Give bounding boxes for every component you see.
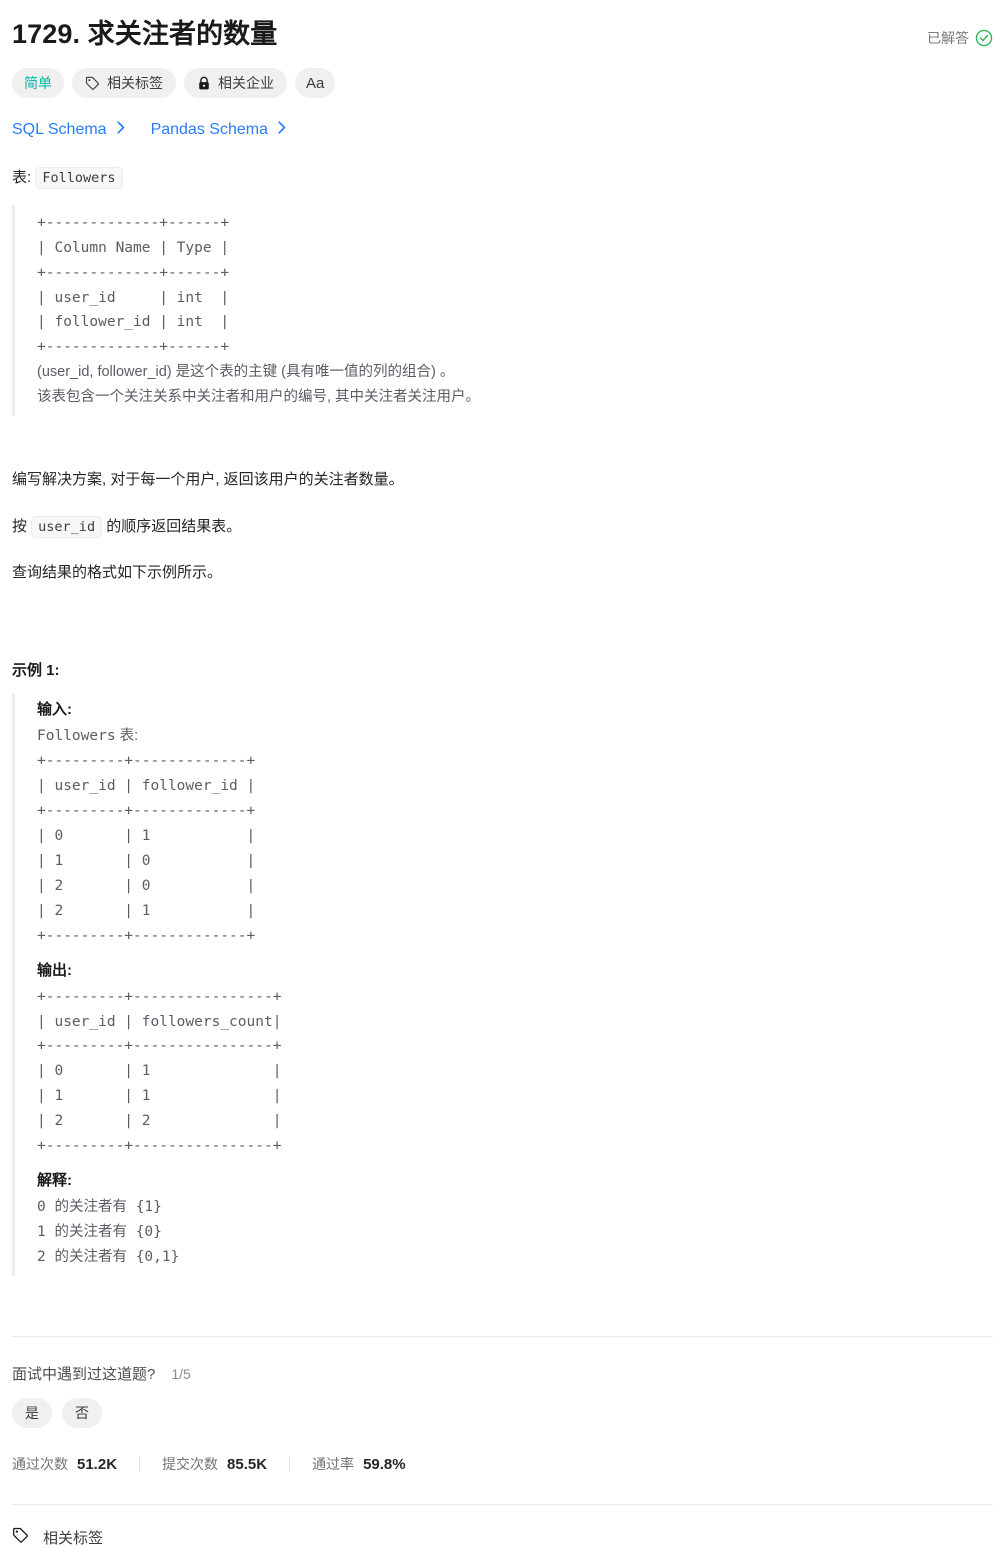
submission-count-value: 85.5K [227,1455,268,1473]
example-input-label: 输入: [37,701,72,719]
chevron-right-icon [277,120,288,140]
status-badge: 已解答 [927,16,993,48]
accepted-count[interactable]: 通过次数 51.2K [12,1454,117,1474]
acceptance-rate-label: 通过率 [312,1455,355,1472]
page-title: 1729. 求关注者的数量 [12,19,278,49]
example-explanation-line: 0 的关注者有 {1} [37,1199,162,1216]
schema-ascii-table: +-------------+------+ | Column Name | T… [37,214,230,356]
font-size-label: Aa [306,74,325,92]
submission-count[interactable]: 提交次数 85.5K [162,1454,267,1474]
interview-yes-button[interactable]: 是 [12,1397,52,1428]
chevron-right-icon [116,120,127,140]
related-companies-button[interactable]: 相关企业 [184,68,287,99]
example-output-label: 输出: [37,961,72,979]
schema-note-2: 该表包含一个关注关系中关注者和用户的编号, 其中关注者关注用户。 [37,389,481,406]
problem-description: 表: Followers +-------------+------+ | Co… [12,166,993,1276]
accepted-count-label: 通过次数 [12,1455,68,1472]
tag-icon [12,1527,29,1548]
description-paragraph-3: 查询结果的格式如下示例所示。 [12,563,223,581]
table-name-code: Followers [35,167,123,190]
difficulty-label: 简单 [24,75,52,92]
description-paragraph-1: 编写解决方案, 对于每一个用户, 返回该用户的关注者数量。 [12,471,404,489]
related-tags-label: 相关标签 [107,75,163,92]
stats-row: 通过次数 51.2K 提交次数 85.5K 通过率 59.8% [12,1454,993,1474]
description-paragraph-2: 按 user_id 的顺序返回结果表。 [12,515,993,539]
acceptance-rate[interactable]: 通过率 59.8% [312,1454,406,1474]
para2-suffix: 的顺序返回结果表。 [102,517,242,535]
table-intro: 表: Followers [12,166,993,190]
check-circle-icon [975,29,993,47]
lock-icon [197,76,211,91]
related-tags-section[interactable]: 相关标签 [12,1505,993,1548]
font-size-button[interactable]: Aa [295,68,336,99]
status-badge-label: 已解答 [927,30,969,46]
example-input-caption: Followers 表: [37,724,993,749]
schema-code-block: +-------------+------+ | Column Name | T… [12,204,993,417]
interview-answer-row: 是 否 [12,1397,993,1428]
submission-count-label: 提交次数 [162,1455,219,1472]
example-explanation-line: 2 的关注者有 {0,1} [37,1249,180,1265]
example-explanation-label: 解释: [37,1172,72,1190]
difficulty-badge[interactable]: 简单 [12,68,64,99]
stat-separator [139,1456,141,1471]
interview-question-count: 1/5 [171,1365,191,1382]
user-id-code: user_id [31,515,103,538]
related-tags-section-label: 相关标签 [43,1529,104,1547]
example-block: 输入: Followers 表: +---------+------------… [12,694,993,1276]
problem-page: 1729. 求关注者的数量 已解答 简单 相关标签 相关企业 Aa SQL Sc… [0,0,1005,1548]
example-output-table: +---------+----------------+ | user_id |… [37,988,282,1155]
example-explanation-line: 1 的关注者有 {0} [37,1224,162,1241]
sql-schema-link[interactable]: SQL Schema [12,120,127,140]
footer-section: 面试中遇到过这道题? 1/5 是 否 通过次数 51.2K 提交次数 85.5K… [12,1337,993,1548]
interview-question-label: 面试中遇到过这道题? [12,1365,156,1383]
example-title: 示例 1: [12,662,60,680]
input-table-name: Followers [37,728,116,745]
table-intro-label: 表: [12,169,32,187]
pandas-schema-label: Pandas Schema [150,121,268,139]
sql-schema-label: SQL Schema [12,121,107,139]
input-table-caption-zh: 表: [115,728,139,745]
acceptance-rate-value: 59.8% [363,1455,406,1473]
accepted-count-value: 51.2K [77,1455,118,1473]
stat-separator [289,1456,291,1471]
pandas-schema-link[interactable]: Pandas Schema [151,120,288,140]
example-input-table: +---------+-------------+ | user_id | fo… [37,753,256,944]
title-row: 1729. 求关注者的数量 已解答 [12,0,993,52]
meta-pill-row: 简单 相关标签 相关企业 Aa [12,68,993,99]
interview-question-row: 面试中遇到过这道题? 1/5 [12,1363,993,1384]
schema-links-row: SQL Schema Pandas Schema [12,120,993,140]
schema-note-1: (user_id, follower_id) 是这个表的主键 (具有唯一值的列的… [37,364,455,381]
related-tags-button[interactable]: 相关标签 [72,68,176,99]
interview-no-button[interactable]: 否 [62,1397,102,1428]
related-companies-label: 相关企业 [218,75,274,92]
tag-icon [85,76,100,91]
para2-prefix: 按 [12,517,32,535]
